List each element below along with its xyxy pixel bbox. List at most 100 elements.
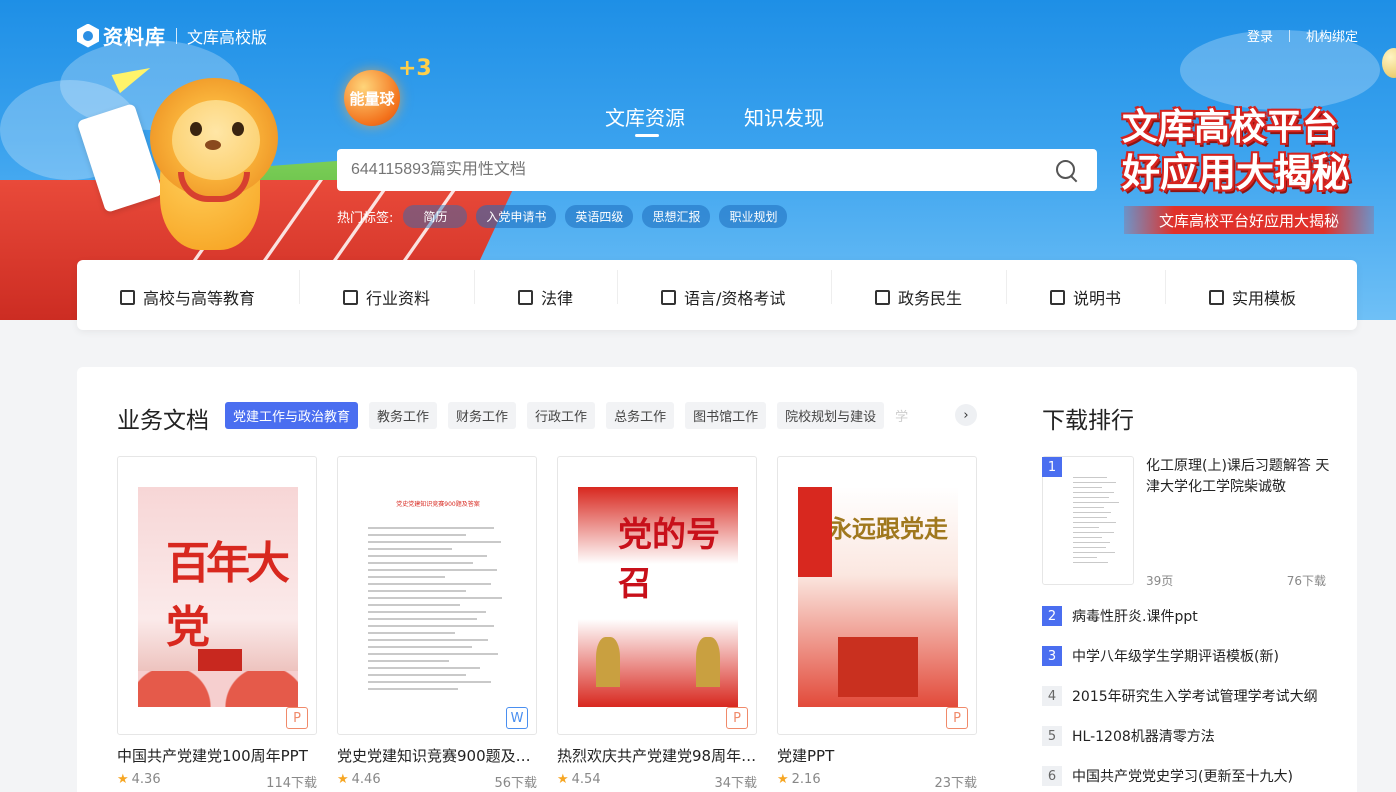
star-icon: ★ (337, 772, 349, 787)
hot-tag[interactable]: 职业规划 (719, 205, 788, 228)
doc-card[interactable]: 党的号召 P 热烈欢庆共产党建党98周年PPT ★ 4.54 34下载 (557, 456, 757, 791)
category-label: 高校与高等教育 (143, 289, 256, 308)
category-manual[interactable]: 说明书 (1050, 285, 1121, 309)
category-label: 说明书 (1073, 289, 1122, 308)
doc-rating-value: 2.16 (791, 772, 821, 787)
energy-ball-button[interactable]: 能量球 (344, 70, 400, 126)
rank-number: 6 (1042, 766, 1062, 786)
doc-rating: ★ 4.54 (557, 772, 601, 791)
doc-downloads: 56下载 (494, 776, 537, 791)
logo-icon (77, 23, 99, 48)
rank-item[interactable]: 4 2015年研究生入学考试管理学考试大纲 (1042, 686, 1318, 706)
hero-tabs: 文库资源 知识发现 (605, 102, 883, 137)
tag-academic-affairs[interactable]: 教务工作 (369, 402, 438, 429)
category-university[interactable]: 高校与高等教育 (120, 285, 255, 309)
doc-card[interactable]: 永远跟党走 P 党建PPT ★ 2.16 23下载 (777, 456, 977, 791)
doc-thumbnail[interactable]: 百年大党 P (117, 456, 317, 735)
doc-thumbnail[interactable]: 党史党建知识竞赛900题及答案 W (337, 456, 537, 735)
rank-item-first[interactable]: 1 化工原理(上)课后习题解答 天津大学化工学院柴诚敬 39页 76下载 (1042, 456, 1332, 590)
logo-name: 资料库 (103, 25, 166, 49)
balloon-decoration (1382, 48, 1396, 78)
doc-cover-image: 党的号召 (578, 487, 738, 707)
tag-library[interactable]: 图书馆工作 (685, 402, 767, 429)
doc-text-lines (368, 527, 508, 695)
rank-title[interactable]: 化工原理(上)课后习题解答 天津大学化工学院柴诚敬 (1146, 456, 1332, 498)
category-label: 行业资料 (366, 289, 431, 308)
tag-overflow: 学 (895, 410, 909, 425)
doc-title[interactable]: 党建PPT (777, 745, 977, 766)
tag-administration[interactable]: 行政工作 (527, 402, 596, 429)
category-bar: 高校与高等教育 行业资料 法律 语言/资格考试 政务民生 说明书 实用模板 (77, 260, 1357, 330)
tag-general-affairs[interactable]: 总务工作 (606, 402, 675, 429)
category-industry[interactable]: 行业资料 (343, 285, 430, 309)
promo-headline-2: 好应用大揭秘 (1122, 151, 1351, 195)
doc-card[interactable]: 百年大党 P 中国共产党建党100周年PPT ★ 4.36 114下载 (117, 456, 317, 791)
business-tags: 党建工作与政治教育 教务工作 财务工作 行政工作 总务工作 图书馆工作 院校规划… (225, 402, 908, 429)
rank-item[interactable]: 2 病毒性肝炎.课件ppt (1042, 606, 1198, 626)
tab-knowledge-discovery[interactable]: 知识发现 (744, 102, 824, 131)
doc-downloads: 114下载 (266, 776, 317, 791)
hot-tag[interactable]: 入党申请书 (476, 205, 557, 228)
doc-cover-image: 永远跟党走 (798, 487, 958, 707)
ppt-type-icon: P (726, 707, 748, 729)
hot-tag[interactable]: 简历 (403, 205, 468, 228)
logo-subtitle: 文库高校版 (187, 27, 268, 47)
doc-title[interactable]: 中国共产党建党100周年PPT (117, 745, 317, 766)
doc-cover-text: 党史党建知识竞赛900题及答案 (396, 501, 480, 508)
lion-eye (190, 122, 202, 136)
rank-number: 4 (1042, 686, 1062, 706)
doc-thumbnail[interactable]: 永远跟党走 P (777, 456, 977, 735)
rank-number: 3 (1042, 646, 1062, 666)
doc-text-lines (1073, 477, 1121, 567)
hot-tag[interactable]: 思想汇报 (642, 205, 711, 228)
search-bar (337, 149, 1097, 191)
site-logo[interactable]: 资料库 文库高校版 (77, 21, 267, 50)
ppt-type-icon: P (946, 707, 968, 729)
search-input[interactable] (351, 161, 1055, 179)
tag-campus-planning[interactable]: 院校规划与建设 (777, 402, 885, 429)
category-government[interactable]: 政务民生 (875, 285, 962, 309)
book-icon (343, 289, 358, 305)
lion-statue-illustration (696, 637, 720, 687)
lion-nose (205, 140, 221, 150)
doc-cover-text: 永远跟党走 (828, 514, 948, 543)
rank-item[interactable]: 6 中国共产党党史学习(更新至十九大) (1042, 766, 1293, 786)
doc-title[interactable]: 热烈欢庆共产党建党98周年PPT (557, 745, 757, 766)
tag-party-building[interactable]: 党建工作与政治教育 (225, 402, 359, 429)
doc-card[interactable]: 党史党建知识竞赛900题及答案 W 党史党建知识竞赛900题及答案 ★ 4.46 … (337, 456, 537, 791)
lion-eye (232, 122, 244, 136)
hot-tag[interactable]: 英语四级 (565, 205, 634, 228)
building-icon (875, 289, 890, 305)
rank-title[interactable]: 中学八年级学生学期评语模板(新) (1072, 646, 1279, 666)
category-label: 法律 (541, 289, 574, 308)
category-law[interactable]: 法律 (518, 285, 573, 309)
promo-banner[interactable]: 文库高校平台 好应用大揭秘 文库高校平台好应用大揭秘 (1112, 96, 1374, 242)
rank-title[interactable]: 2015年研究生入学考试管理学考试大纲 (1072, 686, 1318, 706)
tag-finance[interactable]: 财务工作 (448, 402, 517, 429)
category-label: 语言/资格考试 (684, 289, 786, 308)
energy-ball-label: 能量球 (349, 89, 395, 108)
doc-meta: ★ 2.16 23下载 (777, 772, 977, 791)
doc-title[interactable]: 党史党建知识竞赛900题及答案 (337, 745, 537, 766)
doc-thumbnail[interactable]: 党的号召 P (557, 456, 757, 735)
rank-title[interactable]: 中国共产党党史学习(更新至十九大) (1072, 766, 1293, 786)
hot-tags-label: 热门标签: (337, 211, 394, 226)
doc-rating: ★ 4.36 (117, 772, 161, 791)
rank-item[interactable]: 5 HL-1208机器清零方法 (1042, 726, 1215, 746)
rank-number: 2 (1042, 606, 1062, 626)
doc-cover-image: 百年大党 (138, 487, 298, 707)
login-link[interactable]: 登录 (1247, 26, 1273, 45)
doc-rating: ★ 2.16 (777, 772, 821, 791)
category-template[interactable]: 实用模板 (1209, 285, 1296, 309)
rank-item[interactable]: 3 中学八年级学生学期评语模板(新) (1042, 646, 1279, 666)
doc-cover-text: 党的号召 (618, 515, 720, 604)
category-language-exam[interactable]: 语言/资格考试 (661, 285, 785, 309)
flag-decoration (798, 487, 832, 577)
tab-library-resources[interactable]: 文库资源 (605, 102, 685, 137)
search-icon[interactable] (1055, 159, 1077, 181)
rank-title[interactable]: 病毒性肝炎.课件ppt (1072, 606, 1198, 626)
chevron-right-icon[interactable]: › (955, 404, 977, 426)
star-icon: ★ (557, 772, 569, 787)
rank-title[interactable]: HL-1208机器清零方法 (1072, 726, 1215, 746)
bind-org-link[interactable]: 机构绑定 (1306, 26, 1358, 45)
